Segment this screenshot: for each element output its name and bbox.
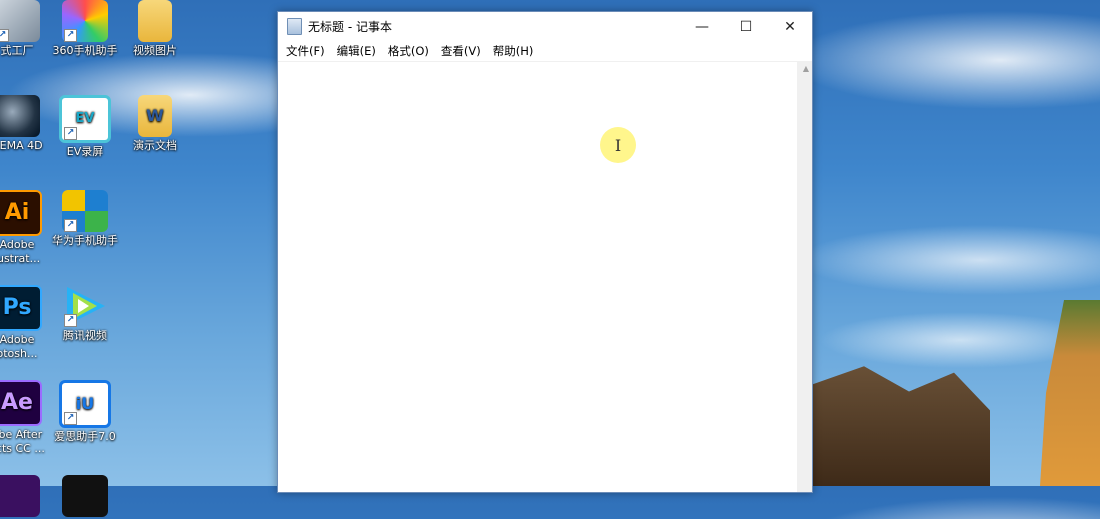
- window-title: 无标题 - 记事本: [308, 20, 392, 34]
- menu-view[interactable]: 查看(V): [435, 43, 487, 59]
- format-factory-icon: ↗: [0, 0, 40, 42]
- adobe-illustrator-icon: Ai: [0, 190, 42, 236]
- desktop-icon-label: 360手机助手: [52, 44, 118, 57]
- maximize-button[interactable]: ☐: [724, 12, 768, 41]
- text-editor-area[interactable]: [278, 61, 797, 492]
- desktop-icon-partial-1[interactable]: [0, 475, 54, 519]
- scroll-up-arrow-icon[interactable]: ▲: [803, 64, 809, 73]
- desktop-icon-label: Adobe otosh...: [0, 333, 38, 360]
- shortcut-arrow-icon: ↗: [64, 127, 77, 140]
- ev-recorder-icon: EV ↗: [59, 95, 111, 143]
- desktop-icon-label: obe After ects CC ...: [0, 428, 45, 455]
- title-bar[interactable]: 无标题 - 记事本 — ☐ ✕: [278, 12, 812, 41]
- ev-glyph: EV: [75, 111, 95, 126]
- ps-glyph: Ps: [2, 295, 32, 320]
- desktop-icon-label: 式工厂: [0, 44, 34, 57]
- desktop-icon-partial-2[interactable]: [48, 475, 122, 519]
- folder-icon: [138, 0, 172, 42]
- shortcut-arrow-icon: ↗: [64, 314, 77, 327]
- desktop-icon-ev-recorder[interactable]: EV ↗ EV录屏: [48, 95, 122, 159]
- shortcut-arrow-icon: ↗: [0, 29, 9, 42]
- word-glyph: W: [146, 106, 164, 125]
- huawei-hisuite-icon: ↗: [62, 190, 108, 232]
- adobe-photoshop-icon: Ps: [0, 285, 42, 331]
- desktop-icon-illustrator[interactable]: Ai Adobe lustrat...: [0, 190, 54, 266]
- menu-file[interactable]: 文件(F): [280, 43, 331, 59]
- desktop-icon-video-pictures[interactable]: 视频图片: [118, 0, 192, 58]
- shortcut-arrow-icon: ↗: [64, 29, 77, 42]
- desktop-icon-tencent-video[interactable]: ↗ 腾讯视频: [48, 285, 122, 343]
- notepad-window: 无标题 - 记事本 — ☐ ✕ 文件(F) 编辑(E) 格式(O) 查看(V) …: [277, 11, 813, 493]
- adobe-after-effects-icon: Ae: [0, 380, 42, 426]
- desktop-icon-photoshop[interactable]: Ps Adobe otosh...: [0, 285, 54, 361]
- ai-glyph: Ai: [4, 200, 30, 225]
- close-button[interactable]: ✕: [768, 12, 812, 41]
- app-icon: [0, 475, 40, 517]
- menu-format[interactable]: 格式(O): [382, 43, 435, 59]
- app-icon: [62, 475, 108, 517]
- cursor-glyph: I: [614, 135, 622, 155]
- 360-phone-assistant-icon: ↗: [62, 0, 108, 42]
- desktop-icon-after-effects[interactable]: Ae obe After ects CC ...: [0, 380, 54, 456]
- shortcut-arrow-icon: ↗: [64, 412, 77, 425]
- menu-edit[interactable]: 编辑(E): [331, 43, 382, 59]
- word-folder-icon: W: [138, 95, 172, 137]
- cinema-4d-icon: [0, 95, 40, 137]
- desktop-icon-label: EV录屏: [66, 145, 104, 158]
- ae-glyph: Ae: [1, 390, 33, 415]
- wallpaper-cliff: [1040, 300, 1100, 486]
- menu-bar: 文件(F) 编辑(E) 格式(O) 查看(V) 帮助(H): [278, 41, 812, 61]
- minimize-button[interactable]: —: [680, 12, 724, 41]
- desktop-icon-label: 腾讯视频: [63, 329, 107, 342]
- wallpaper-rocks: [810, 366, 990, 486]
- desktop-icon-label: 视频图片: [133, 44, 177, 57]
- notepad-icon: [287, 18, 302, 35]
- shortcut-arrow-icon: ↗: [64, 219, 77, 232]
- desktop-icon-format-factory[interactable]: ↗ 式工厂: [0, 0, 54, 58]
- desktop-icon-label: 爱思助手7.0: [54, 430, 116, 443]
- menu-help[interactable]: 帮助(H): [487, 43, 540, 59]
- desktop-icon-cinema-4d[interactable]: NEMA 4D: [0, 95, 54, 153]
- desktop-icon-label: Adobe lustrat...: [0, 238, 41, 265]
- desktop-icon-label: 华为手机助手: [52, 234, 118, 247]
- desktop-icon-i4-assistant[interactable]: iU ↗ 爱思助手7.0: [48, 380, 122, 444]
- iu-glyph: iU: [75, 394, 95, 413]
- desktop-icon-label: NEMA 4D: [0, 139, 43, 152]
- desktop-icon-huawei-hisuite[interactable]: ↗ 华为手机助手: [48, 190, 122, 248]
- tencent-video-icon: ↗: [62, 285, 108, 327]
- text-cursor-icon: I: [600, 127, 636, 163]
- vertical-scrollbar[interactable]: [797, 61, 812, 492]
- desktop-icon-360-phone-assistant[interactable]: ↗ 360手机助手: [48, 0, 122, 58]
- i4-assistant-icon: iU ↗: [59, 380, 111, 428]
- desktop-icon-label: 演示文档: [133, 139, 177, 152]
- desktop-icon-presentation-doc[interactable]: W 演示文档: [118, 95, 192, 153]
